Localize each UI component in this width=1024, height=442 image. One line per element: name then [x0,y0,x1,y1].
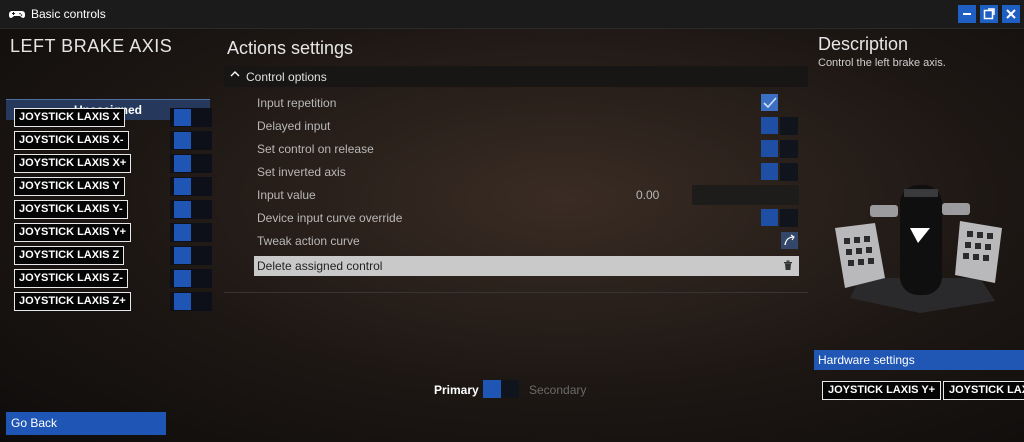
delayed-input-checkbox[interactable] [761,117,778,134]
delete-assigned-control-button[interactable]: Delete assigned control [254,256,799,276]
close-icon [1006,9,1016,19]
binding-label: JOYSTICK LAXIS Z [14,246,125,265]
binding-row[interactable]: JOYSTICK LAXIS X [14,108,212,127]
binding-checkbox[interactable] [174,201,191,218]
secondary-label[interactable]: Secondary [529,383,586,397]
option-label: Set inverted axis [257,165,346,179]
option-input-value: Input value 0.00 [254,185,799,205]
rudder-pedals-image [835,185,1002,313]
checkbox-slot [780,209,798,227]
trash-icon [781,259,795,273]
option-set-inverted-axis[interactable]: Set inverted axis [254,162,799,182]
checkmark-icon [763,97,777,109]
hardware-binding-chip[interactable]: JOYSTICK LAXIS Y+ [822,381,942,400]
input-value-readout: 0.00 [636,188,660,202]
binding-row[interactable]: JOYSTICK LAXIS Y [14,177,212,196]
set-control-on-release-checkbox[interactable] [761,140,778,157]
primary-secondary-switch[interactable] [483,380,519,398]
hardware-binding-chip[interactable]: JOYSTICK LAXIS Z+ [943,381,1024,400]
actions-panel: Actions settings Control options Input r… [216,28,808,411]
set-inverted-axis-checkbox[interactable] [761,163,778,180]
binding-checkbox[interactable] [174,132,191,149]
switch-knob [483,380,501,398]
close-button[interactable] [1002,5,1020,23]
hardware-bindings-strip: JOYSTICK LAXIS Y+ JOYSTICK LAXIS Z+ [810,377,1024,407]
minimize-icon [963,13,971,15]
binding-row[interactable]: JOYSTICK LAXIS Y- [14,200,212,219]
checkbox-slot [780,163,798,181]
option-label: Device input curve override [257,211,403,225]
option-label: Tweak action curve [257,234,360,248]
binding-label: JOYSTICK LAXIS Z+ [14,292,131,311]
option-device-input-curve-override[interactable]: Device input curve override [254,208,799,228]
binding-checkbox[interactable] [174,247,191,264]
binding-label: JOYSTICK LAXIS Y- [14,200,128,219]
curve-icon [784,234,795,246]
restore-icon [983,8,995,20]
binding-label: JOYSTICK LAXIS Y+ [14,223,132,242]
window-title: Basic controls [31,7,106,21]
restore-button[interactable] [980,5,998,23]
primary-secondary-toggle[interactable]: Primary Secondary [434,380,594,400]
option-label: Set control on release [257,142,374,156]
control-options-section-toggle[interactable]: Control options [224,66,808,87]
action-name-heading: LEFT BRAKE AXIS [10,36,173,56]
option-label: Delayed input [257,119,331,133]
binding-checkbox[interactable] [174,270,191,287]
checkbox-slot [780,117,798,135]
binding-checkbox[interactable] [174,178,191,195]
option-set-control-on-release[interactable]: Set control on release [254,139,799,159]
device-input-curve-override-checkbox[interactable] [761,209,778,226]
binding-label: JOYSTICK LAXIS X+ [14,154,132,173]
input-repetition-checkbox[interactable] [761,94,778,111]
description-heading: Description [818,34,909,54]
binding-row[interactable]: JOYSTICK LAXIS Z [14,246,212,265]
binding-label: JOYSTICK LAXIS Y [14,177,125,196]
binding-row[interactable]: JOYSTICK LAXIS Z- [14,269,212,288]
option-label: Input value [257,188,316,202]
binding-row[interactable]: JOYSTICK LAXIS Y+ [14,223,212,242]
input-value-bar [692,185,799,205]
option-delayed-input[interactable]: Delayed input [254,116,799,136]
chevron-up-icon [230,69,240,82]
gamepad-icon [9,6,25,22]
left-panel: LEFT BRAKE AXIS Unassigned JOYSTICK LAXI… [0,28,216,411]
description-text: Control the left brake axis. [818,57,946,69]
binding-checkbox[interactable] [174,224,191,241]
option-input-repetition[interactable]: Input repetition [254,93,799,113]
binding-label: JOYSTICK LAXIS Z- [14,269,128,288]
hardware-settings-header[interactable]: Hardware settings [814,350,1024,370]
description-panel: Description Control the left brake axis.… [810,28,1024,411]
option-label: Input repetition [257,96,337,110]
binding-checkbox[interactable] [174,293,191,310]
binding-checkbox[interactable] [174,109,191,126]
binding-label: JOYSTICK LAXIS X [14,108,125,127]
binding-row[interactable]: JOYSTICK LAXIS X+ [14,154,212,173]
binding-label: JOYSTICK LAXIS X- [14,131,129,150]
binding-checkbox[interactable] [174,155,191,172]
title-bar: Basic controls [0,0,1024,29]
section-label: Control options [246,70,327,84]
tweak-curve-button[interactable] [781,232,798,249]
primary-label[interactable]: Primary [434,383,479,397]
minimize-button[interactable] [958,5,976,23]
actions-heading: Actions settings [227,38,354,58]
option-label: Delete assigned control [257,259,383,273]
divider [224,292,808,293]
binding-row[interactable]: JOYSTICK LAXIS X- [14,131,212,150]
binding-row[interactable]: JOYSTICK LAXIS Z+ [14,292,212,311]
option-tweak-action-curve[interactable]: Tweak action curve [254,231,799,251]
checkbox-slot [780,140,798,158]
go-back-button[interactable]: Go Back [6,412,166,435]
